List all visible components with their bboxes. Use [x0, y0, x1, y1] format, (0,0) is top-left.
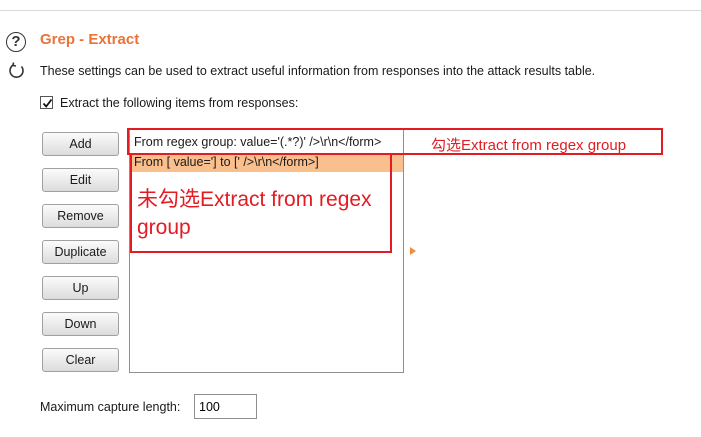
edit-button[interactable]: Edit — [42, 168, 119, 192]
expand-arrow-icon[interactable] — [410, 247, 416, 255]
down-button[interactable]: Down — [42, 312, 119, 336]
refresh-icon[interactable] — [7, 61, 27, 81]
annotation-unchecked-note: 未勾选Extract from regex group — [137, 188, 372, 239]
remove-button[interactable]: Remove — [42, 204, 119, 228]
annotation-checked-note: 勾选Extract from regex group — [431, 137, 627, 154]
extract-checkbox-label: Extract the following items from respons… — [60, 96, 299, 110]
add-button[interactable]: Add — [42, 132, 119, 156]
up-button[interactable]: Up — [42, 276, 119, 300]
section-description: These settings can be used to extract us… — [40, 64, 596, 78]
section-title: Grep - Extract — [40, 31, 140, 48]
extract-checkbox[interactable] — [40, 96, 53, 109]
help-icon[interactable]: ? — [6, 32, 26, 52]
checkmark-icon — [42, 98, 53, 108]
top-divider — [0, 10, 701, 11]
duplicate-button[interactable]: Duplicate — [42, 240, 119, 264]
max-capture-length-input[interactable] — [194, 394, 257, 419]
clear-button[interactable]: Clear — [42, 348, 119, 372]
max-capture-length-label: Maximum capture length: — [40, 400, 181, 414]
